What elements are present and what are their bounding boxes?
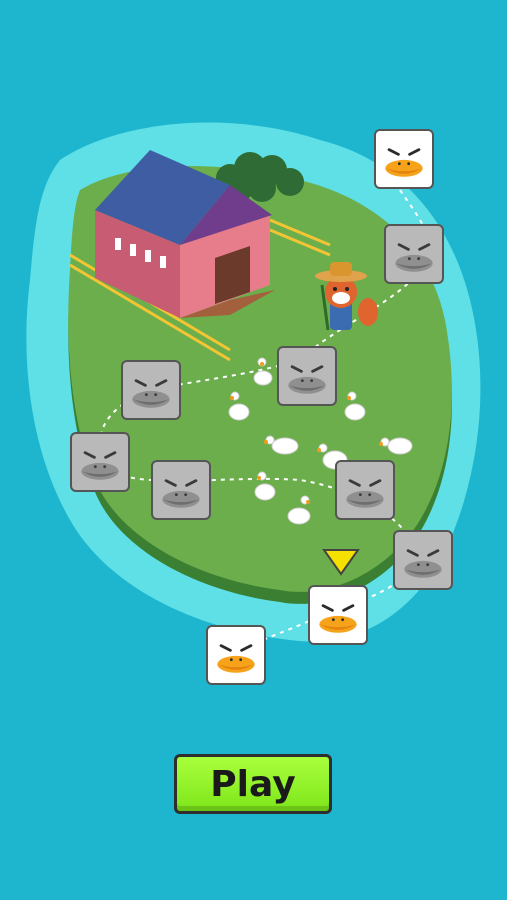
level-tile-1[interactable] [206, 625, 266, 685]
level-tile-3[interactable] [393, 530, 453, 590]
level-tile-6[interactable] [70, 432, 130, 492]
level-tile-7[interactable] [121, 360, 181, 420]
level-tile-8[interactable] [277, 346, 337, 406]
level-tile-5[interactable] [151, 460, 211, 520]
locked-goose-face-icon [288, 365, 326, 394]
play-button[interactable]: Play [174, 754, 332, 814]
locked-goose-face-icon [132, 379, 170, 408]
level-tile-10[interactable] [374, 129, 434, 189]
level-tile-2[interactable] [308, 585, 368, 645]
locked-goose-face-icon [395, 243, 433, 272]
goose-face-icon [319, 604, 357, 633]
locked-goose-face-icon [404, 549, 442, 578]
goose-face-icon [217, 644, 255, 673]
level-tile-4[interactable] [335, 460, 395, 520]
goose-face-icon [385, 148, 423, 177]
current-level-marker-icon [322, 549, 360, 576]
locked-goose-face-icon [81, 451, 119, 480]
locked-goose-face-icon [346, 479, 384, 508]
locked-goose-face-icon [162, 479, 200, 508]
level-tile-9[interactable] [384, 224, 444, 284]
